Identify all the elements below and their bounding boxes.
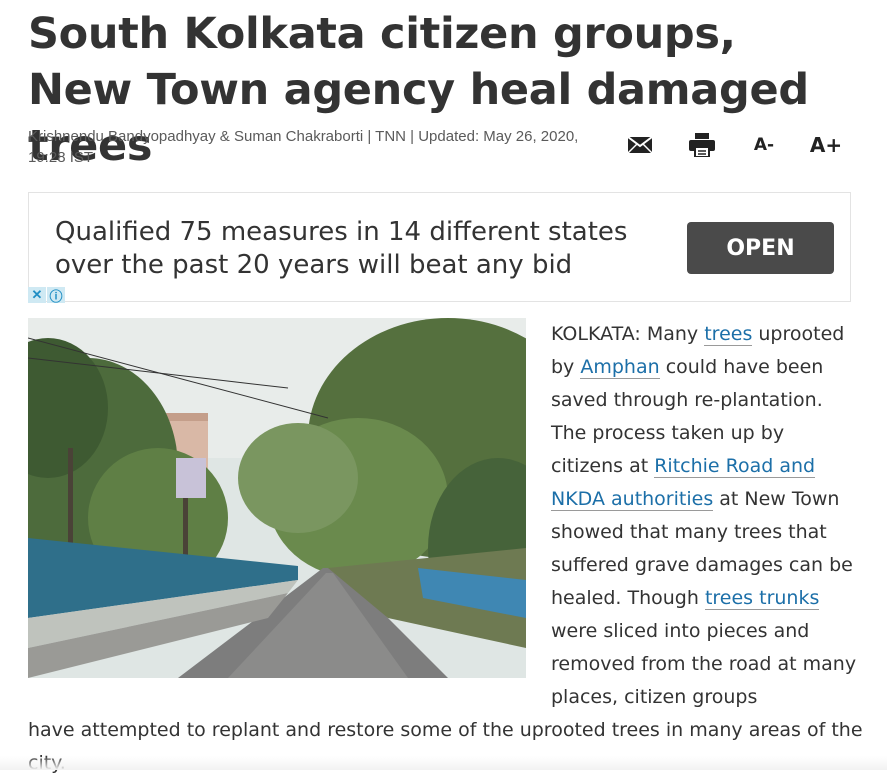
envelope-icon [627,136,653,154]
ad-choices: ✕ ⓘ [28,287,66,304]
print-button[interactable] [684,129,720,161]
font-increase-button[interactable]: A+ [808,129,844,161]
article-paragraph-continued: have attempted to replant and restore so… [28,719,863,774]
article-paragraph-wrapped: KOLKATA: Many trees uprooted by Amphan c… [551,318,861,714]
ad-close-icon[interactable]: ✕ [28,287,46,303]
article-byline: Krishnendu Bandyopadhyay & Suman Chakrab… [28,128,579,166]
ad-banner[interactable]: Qualified 75 measures in 14 different st… [28,192,851,302]
article-photo [28,318,526,678]
ad-text: Qualified 75 measures in 14 different st… [55,217,628,280]
email-button[interactable] [622,129,658,161]
font-decrease-button[interactable]: A- [746,129,782,161]
body-text: KOLKATA: Many [551,323,705,345]
street-trees-image [28,318,526,678]
bottom-fade [0,756,887,770]
article-tools: A- A+ [622,128,870,162]
link-trees[interactable]: trees [704,323,753,346]
link-trees-trunks[interactable]: trees trunks [704,587,820,610]
link-amphan[interactable]: Amphan [580,356,660,379]
ad-open-button[interactable]: OPEN [687,222,834,274]
printer-icon [689,133,715,157]
body-text: were sliced into pieces and removed from… [551,620,857,708]
ad-info-icon[interactable]: ⓘ [47,287,65,304]
